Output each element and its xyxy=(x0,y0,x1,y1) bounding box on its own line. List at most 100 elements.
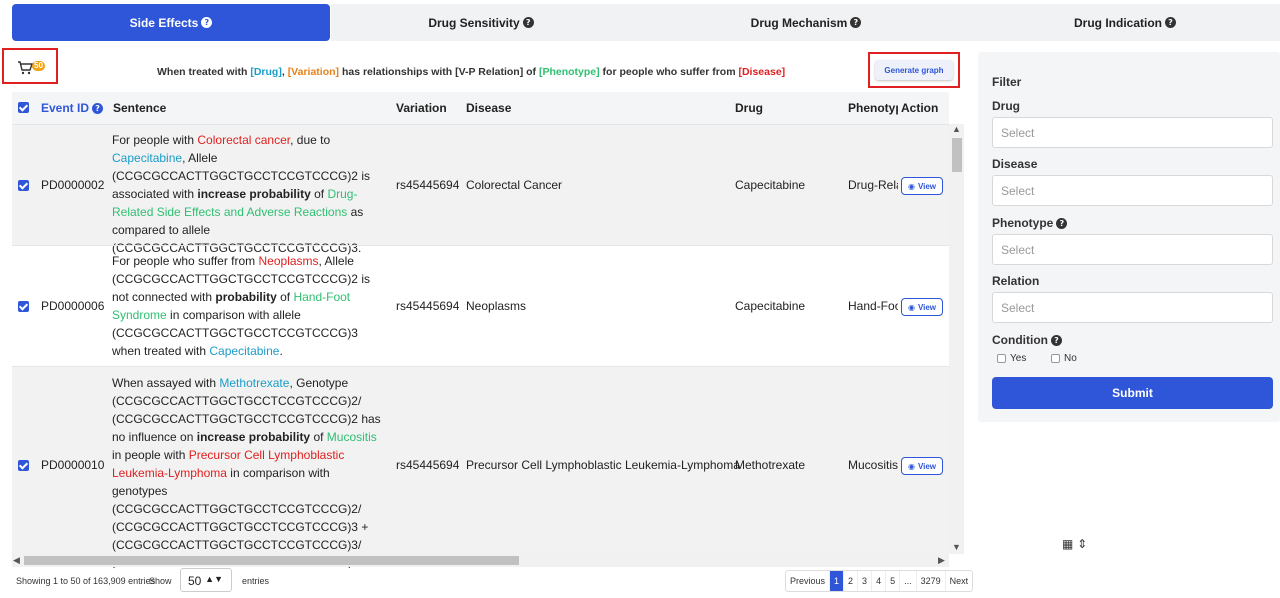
sentence-text: in people with xyxy=(112,448,189,462)
sentence-cell: When assayed with Methotrexate, Genotype… xyxy=(112,374,382,568)
row-checkbox[interactable] xyxy=(18,180,29,191)
label-text: Relation xyxy=(992,274,1040,288)
vertical-scrollbar[interactable]: ▲ ▼ xyxy=(949,124,964,554)
sentence-text: of xyxy=(310,187,328,201)
condition-yes[interactable]: Yes xyxy=(997,353,1026,364)
label-text: Drug xyxy=(992,99,1020,113)
tab-drug-sensitivity[interactable]: Drug Sensitivity ? xyxy=(331,4,631,41)
tab-label: Side Effects xyxy=(129,15,199,30)
tab-bar: Side Effects ? Drug Sensitivity ? Drug M… xyxy=(0,4,1280,41)
view-button[interactable]: ◉ View xyxy=(901,457,943,475)
tab-side-effects[interactable]: Side Effects ? xyxy=(12,4,330,41)
phenotype-select[interactable]: Select xyxy=(992,234,1273,265)
cart-icon[interactable] xyxy=(17,61,33,75)
vertical-scroll-thumb[interactable] xyxy=(952,138,962,172)
header-phenotype[interactable]: Phenotyp xyxy=(848,101,898,115)
pagination: Previous 1 2 3 4 5 ... 3279 Next xyxy=(785,570,974,592)
tab-label: Drug Indication xyxy=(1074,15,1162,30)
help-icon[interactable]: ? xyxy=(92,102,104,114)
template-variation: [Variation] xyxy=(287,66,340,78)
select-all-checkbox[interactable] xyxy=(18,102,29,113)
no-checkbox[interactable] xyxy=(1051,354,1060,363)
scroll-up-icon[interactable]: ▲ xyxy=(952,124,961,134)
header-variation[interactable]: Variation xyxy=(396,101,447,115)
header-drug[interactable]: Drug xyxy=(735,101,763,115)
sentence-entity-dis[interactable]: Colorectal cancer xyxy=(197,133,290,147)
relation-label: Relation xyxy=(992,274,1039,288)
sentence-entity-drug[interactable]: Capecitabine xyxy=(112,151,182,165)
sentence-text: For people with xyxy=(112,133,198,147)
drug-select[interactable]: Select xyxy=(992,117,1273,148)
submit-button[interactable]: Submit xyxy=(992,377,1273,409)
table-row: PD0000010 When assayed with Methotrexate… xyxy=(12,366,949,568)
row-checkbox[interactable] xyxy=(18,460,29,471)
yes-checkbox[interactable] xyxy=(997,354,1006,363)
sentence-entity-phen[interactable]: Mucositis xyxy=(327,430,377,444)
help-icon[interactable]: ? xyxy=(1056,217,1068,229)
view-label: View xyxy=(917,461,937,471)
phenotype-label: Phenotype ? xyxy=(992,216,1068,230)
horizontal-scrollbar[interactable]: ◀ ▶ xyxy=(12,554,949,567)
variation-cell[interactable]: rs45445694 xyxy=(396,176,459,194)
condition-no[interactable]: No xyxy=(1051,353,1077,364)
drug-cell: Capecitabine xyxy=(735,178,806,192)
relation-template: When treated with [Drug], [Variation] ha… xyxy=(157,66,785,78)
page-previous[interactable]: Previous xyxy=(786,571,829,591)
cart-highlight[interactable]: 50 xyxy=(2,48,58,84)
page-3[interactable]: 3 xyxy=(857,571,871,591)
help-icon[interactable]: ? xyxy=(522,17,534,28)
drug-cell: Capecitabine xyxy=(735,299,806,313)
page-ellipsis: ... xyxy=(899,571,916,591)
page-5[interactable]: 5 xyxy=(885,571,899,591)
drug-cell: Methotrexate xyxy=(735,458,806,472)
no-label: No xyxy=(1064,353,1077,364)
page-next[interactable]: Next xyxy=(944,571,973,591)
sentence-entity-dis[interactable]: Neoplasms xyxy=(259,254,319,268)
page-1[interactable]: 1 xyxy=(829,571,844,591)
generate-graph-button[interactable]: Generate graph xyxy=(875,60,953,80)
condition-label: Condition ? xyxy=(992,333,1062,347)
view-label: View xyxy=(917,302,937,312)
disease-cell: Precursor Cell Lymphoblastic Leukemia-Ly… xyxy=(466,458,740,472)
template-text: has relationships with [V-P Relation] of xyxy=(339,66,539,78)
label-text: Disease xyxy=(992,157,1038,171)
header-disease[interactable]: Disease xyxy=(466,101,511,115)
relation-select[interactable]: Select xyxy=(992,292,1273,323)
page-4[interactable]: 4 xyxy=(871,571,885,591)
view-button[interactable]: ◉ View xyxy=(901,298,943,316)
sentence-text: , due to xyxy=(290,133,331,147)
cart-count-badge: 50 xyxy=(32,61,45,71)
header-sentence[interactable]: Sentence xyxy=(113,101,166,115)
updown-icon: ▲▼ xyxy=(205,574,223,584)
yes-label: Yes xyxy=(1010,353,1027,364)
tab-drug-indication[interactable]: Drug Indication ? xyxy=(975,4,1275,41)
page-last[interactable]: 3279 xyxy=(915,571,945,591)
entries-label: entries xyxy=(242,576,270,586)
horizontal-scroll-thumb[interactable] xyxy=(24,556,519,565)
variation-cell[interactable]: rs45445694 xyxy=(396,297,459,315)
help-icon[interactable]: ? xyxy=(1165,17,1176,28)
disease-select[interactable]: Select xyxy=(992,175,1273,206)
page-size-select[interactable]: 50 ▲▼ xyxy=(180,568,232,592)
filter-panel: Filter Drug Select Disease Select Phenot… xyxy=(978,52,1280,422)
help-icon[interactable]: ? xyxy=(201,17,213,28)
eye-icon: ◉ xyxy=(907,461,915,471)
help-icon[interactable]: ? xyxy=(1050,334,1062,346)
scroll-right-icon[interactable]: ▶ xyxy=(938,555,945,566)
row-checkbox[interactable] xyxy=(18,301,29,312)
view-button[interactable]: ◉ View xyxy=(901,177,943,195)
help-icon[interactable]: ? xyxy=(850,17,862,28)
scroll-left-icon[interactable]: ◀ xyxy=(13,555,20,566)
template-phenotype: [Phenotype] xyxy=(538,66,600,78)
template-text: When treated with xyxy=(157,66,251,78)
sentence-entity-drug[interactable]: Capecitabine xyxy=(209,344,279,358)
scroll-down-icon[interactable]: ▼ xyxy=(952,542,961,552)
sentence-entity-drug[interactable]: Methotrexate xyxy=(219,376,289,390)
page-2[interactable]: 2 xyxy=(843,571,857,591)
label-text: Phenotype xyxy=(992,216,1054,230)
tab-drug-mechanism[interactable]: Drug Mechanism ? xyxy=(656,4,956,41)
variation-cell[interactable]: rs45445694 xyxy=(396,456,459,474)
phenotype-cell: Mucositis xyxy=(848,458,898,472)
header-event-id[interactable]: Event ID ? xyxy=(41,101,104,115)
grid-sort-icon[interactable]: ▦ ⇕ xyxy=(1062,537,1087,551)
